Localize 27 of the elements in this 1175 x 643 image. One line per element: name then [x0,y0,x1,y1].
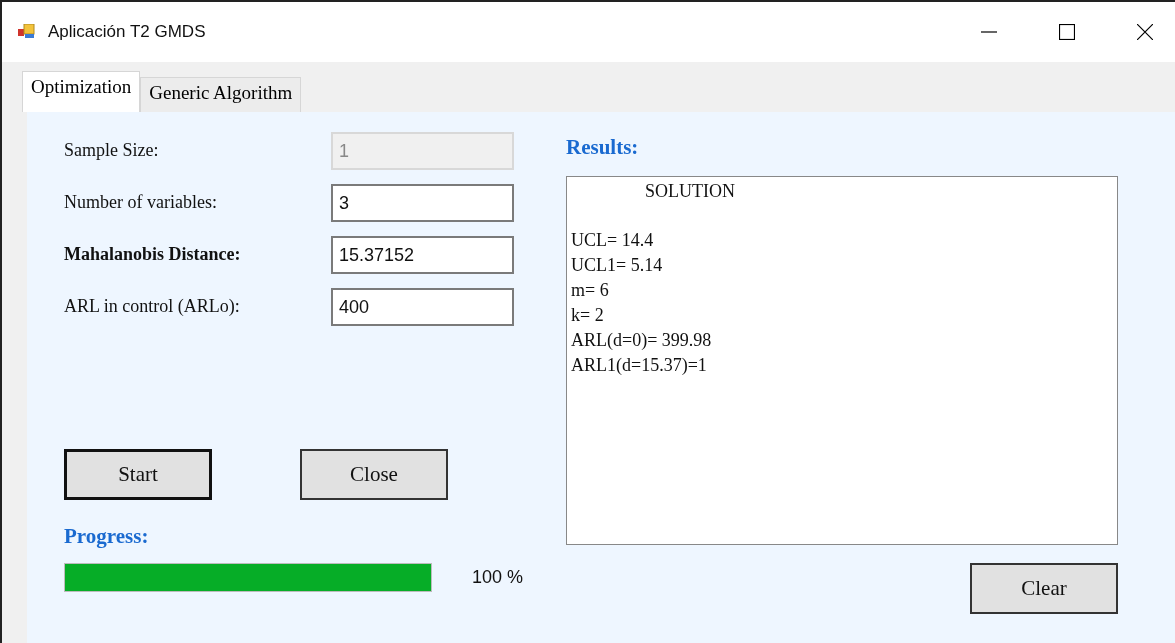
window-title: Aplicación T2 GMDS [48,22,206,42]
result-line: ARL1(d=15.37)=1 [571,354,708,377]
result-line: UCL1= 5.14 [571,254,664,277]
maximize-icon[interactable] [1059,24,1075,40]
result-line: ARL(d=0)= 399.98 [571,329,713,352]
solution-heading: SOLUTION [644,181,736,202]
results-heading: Results: [566,135,640,160]
field-label: Sample Size: [64,139,160,161]
progress-reading: 100 % [472,567,524,588]
field-label: Mahalanobis Distance: [64,243,242,265]
field-label: ARL in control (ARLo): [64,295,241,317]
input-field[interactable]: 400 [331,288,514,326]
tab[interactable]: Optimization [22,71,141,112]
app-icon [18,24,36,40]
input-field[interactable]: 3 [331,184,514,222]
button[interactable]: Start [64,449,212,500]
clear-button[interactable]: Clear [970,563,1118,614]
close-icon[interactable] [1137,24,1153,40]
progress-heading: Progress: [64,524,150,549]
result-line: UCL= 14.4 [571,229,655,252]
input-field[interactable]: 15.37152 [331,236,514,274]
results-box[interactable]: SOLUTION UCL= 14.4 UCL1= 5.14 m= 6 k= 2 ARL(d=0)= 399.98 ARL1(d=15.37)=1 [566,176,1118,545]
tab[interactable]: Generic Algorithm [140,77,302,112]
result-line: m= 6 [571,279,610,302]
result-line: k= 2 [571,304,605,327]
field-label: Number of variables: [64,191,218,213]
button[interactable]: Close [300,449,448,500]
